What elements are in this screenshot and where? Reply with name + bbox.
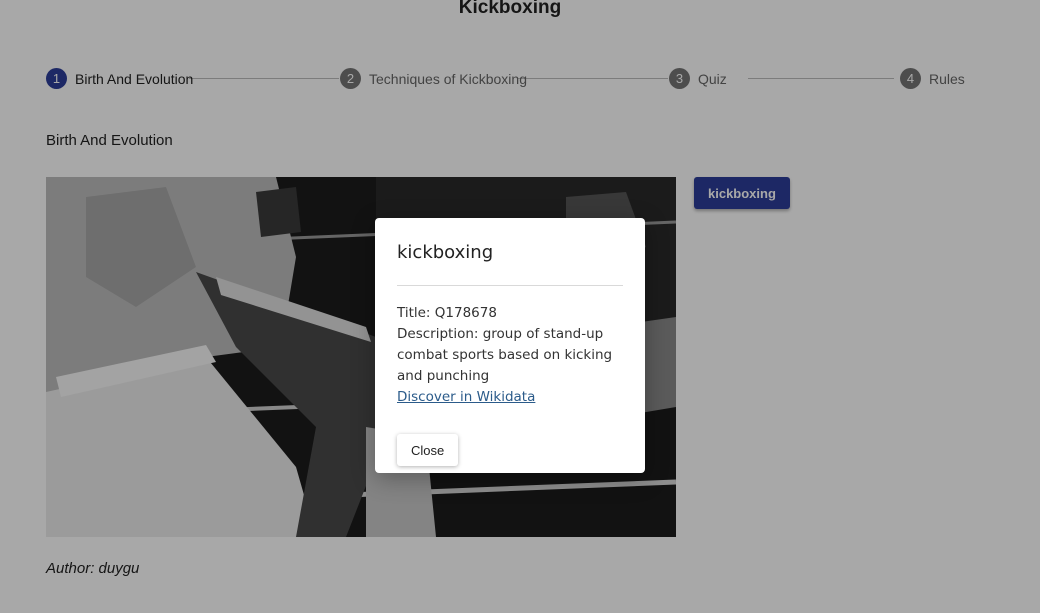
- entity-info-dialog: kickboxing Title: Q178678 Description: g…: [375, 218, 645, 473]
- entity-description: Description: group of stand-up combat sp…: [397, 326, 613, 384]
- entity-title: Title: Q178678: [397, 305, 497, 321]
- wikidata-link[interactable]: Discover in Wikidata: [397, 389, 535, 405]
- close-button[interactable]: Close: [397, 434, 459, 466]
- dialog-title: kickboxing: [397, 242, 494, 263]
- dialog-divider: [397, 285, 623, 286]
- dialog-body: Title: Q178678 Description: group of sta…: [397, 303, 623, 408]
